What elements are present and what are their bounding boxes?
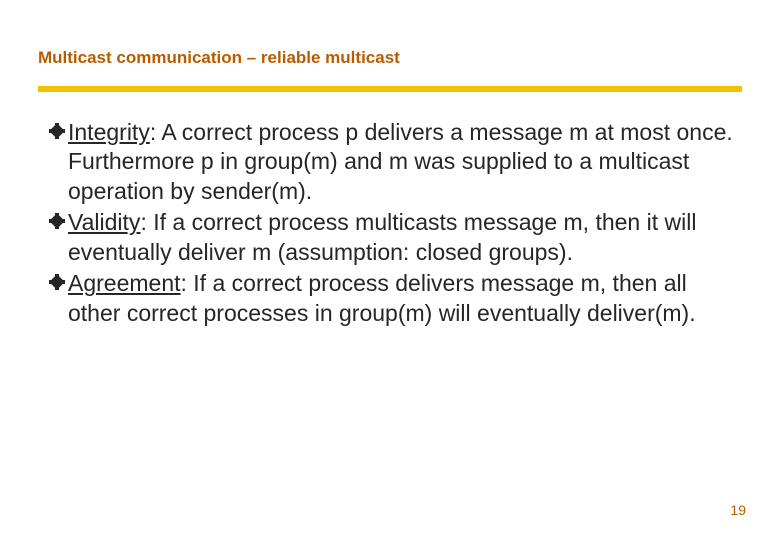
bullet-text: Agreement: If a correct process delivers… (68, 269, 738, 328)
slide-body: Integrity: A correct process p delivers … (38, 118, 742, 328)
bullet-rest: : A correct process p delivers a message… (68, 119, 733, 204)
bullet-text: Integrity: A correct process p delivers … (68, 118, 738, 206)
bullet-term: Integrity (68, 119, 150, 145)
bullet-icon (46, 269, 68, 297)
bullet-icon (46, 208, 68, 236)
slide-title: Multicast communication – reliable multi… (38, 48, 742, 68)
bullet-item: Validity: If a correct process multicast… (46, 208, 738, 267)
page-number: 19 (730, 502, 746, 518)
bullet-item: Integrity: A correct process p delivers … (46, 118, 738, 206)
bullet-icon (46, 118, 68, 146)
bullet-term: Validity (68, 209, 140, 235)
bullet-text: Validity: If a correct process multicast… (68, 208, 738, 267)
bullet-term: Agreement (68, 270, 181, 296)
slide: Multicast communication – reliable multi… (0, 0, 780, 540)
bullet-item: Agreement: If a correct process delivers… (46, 269, 738, 328)
title-rule (38, 86, 742, 92)
bullet-rest: : If a correct process multicasts messag… (68, 209, 696, 264)
